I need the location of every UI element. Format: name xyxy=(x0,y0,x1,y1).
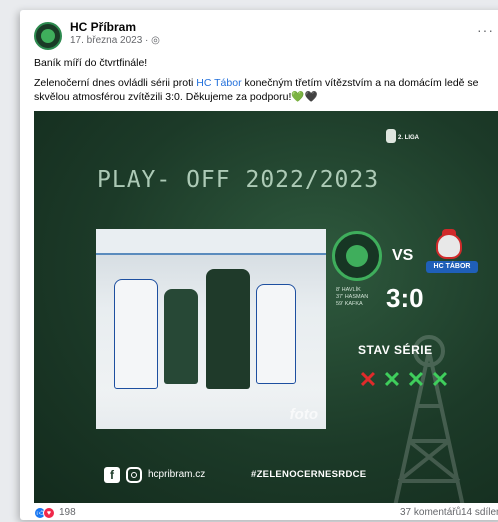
globe-icon: ◎ xyxy=(151,35,160,46)
playoff-headline: PLAY- OFF 2022/2023 xyxy=(97,167,380,193)
player-figure xyxy=(164,289,198,384)
photo-credit: foto xyxy=(289,406,318,423)
more-options-icon[interactable]: ··· xyxy=(477,22,494,38)
rink-boards xyxy=(96,229,326,255)
page-name-link[interactable]: HC Příbram xyxy=(70,20,136,34)
post-date[interactable]: 17. března 2023 · xyxy=(70,35,148,46)
game-photo: foto xyxy=(96,229,326,429)
post-line-2: Zelenočerní dnes ovládli sérii proti HC … xyxy=(34,77,479,103)
player-figure xyxy=(206,269,250,389)
post-meta: 17. března 2023 · ◎ xyxy=(70,35,160,46)
reactions-bar: 👍︎ ♥ 198 37 komentářů 14 sdílení xyxy=(34,506,498,522)
series-win-icon: ✕ xyxy=(430,367,450,392)
instagram-icon xyxy=(126,467,142,483)
comments-count[interactable]: 37 komentářů xyxy=(400,507,461,518)
reaction-count[interactable]: 198 xyxy=(59,507,76,518)
post-card: HC Příbram 17. března 2023 · ◎ ··· Baník… xyxy=(20,10,498,520)
shares-count[interactable]: 14 sdílení xyxy=(461,507,498,518)
series-marks: ✕ ✕ ✕ ✕ xyxy=(356,367,452,393)
final-score: 3:0 xyxy=(386,283,424,313)
post-text: Baník míří do čtvrtfinále! Zelenočerní d… xyxy=(34,56,496,110)
post-image[interactable]: 2. LIGA PLAY- OFF 2022/2023 foto VS HC T… xyxy=(34,111,498,503)
league-logo-icon xyxy=(386,129,396,143)
series-win-icon: ✕ xyxy=(406,367,426,392)
home-team-logo-icon xyxy=(332,231,382,281)
post-line-1: Baník míří do čtvrtfinále! xyxy=(34,57,148,69)
graphic-footer: f hcpribram.cz #ZELENOCERNESRDCE xyxy=(34,465,498,487)
love-reaction-icon[interactable]: ♥ xyxy=(43,507,55,519)
league-label: 2. LIGA xyxy=(398,135,420,141)
page-avatar[interactable] xyxy=(34,22,62,50)
away-team-banner: HC TÁBOR xyxy=(426,261,478,273)
avatar-logo-icon xyxy=(41,29,55,43)
series-loss-icon: ✕ xyxy=(358,367,378,392)
away-team-logo-icon: HC TÁBOR xyxy=(426,229,478,281)
hashtag-label: #ZELENOCERNESRDCE xyxy=(251,469,367,480)
hc-tabor-link[interactable]: HC Tábor xyxy=(196,77,241,89)
website-label: hcpribram.cz xyxy=(148,469,206,480)
facebook-icon: f xyxy=(104,467,120,483)
versus-label: VS xyxy=(392,247,414,264)
series-status-label: STAV SÉRIE xyxy=(358,343,433,357)
player-figure xyxy=(256,284,296,384)
post-header: HC Příbram 17. března 2023 · ◎ ··· xyxy=(34,20,494,52)
player-figure xyxy=(114,279,158,389)
series-win-icon: ✕ xyxy=(382,367,402,392)
